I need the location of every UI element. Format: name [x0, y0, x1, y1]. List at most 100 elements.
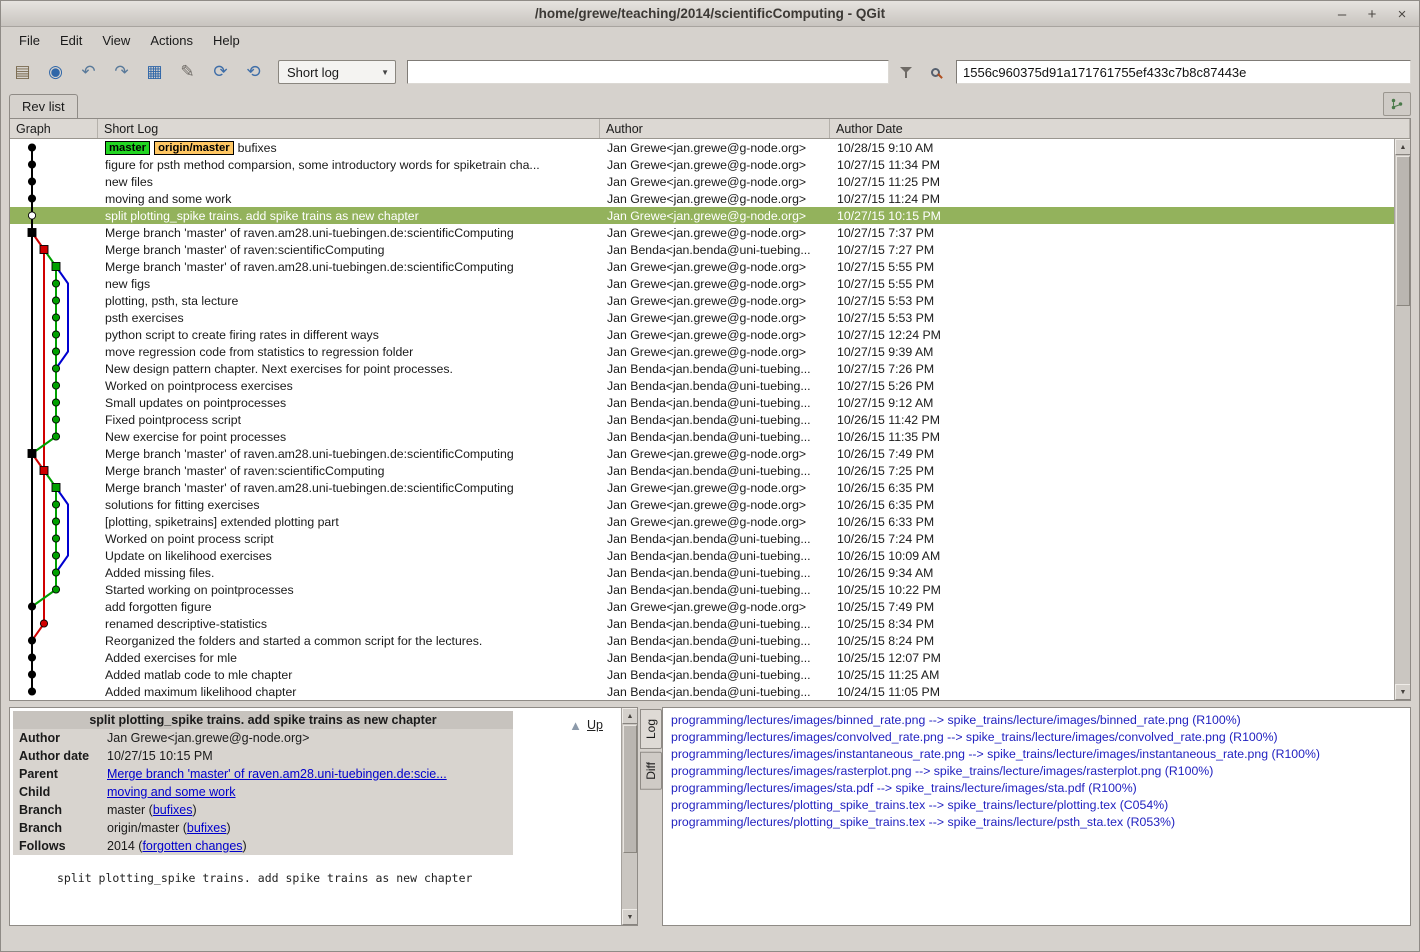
- commit-row[interactable]: new filesJan Grewe<jan.grewe@g-node.org>…: [10, 173, 1394, 190]
- commit-row[interactable]: Reorganized the folders and started a co…: [10, 632, 1394, 649]
- menu-item-edit[interactable]: Edit: [50, 29, 92, 52]
- commit-row[interactable]: Merge branch 'master' of raven.am28.uni-…: [10, 224, 1394, 241]
- commit-row[interactable]: moving and some workJan Grewe<jan.grewe@…: [10, 190, 1394, 207]
- detail-field: Branchmaster (bufixes): [13, 801, 513, 819]
- maximize-button[interactable]: +: [1365, 7, 1379, 22]
- commit-author: Jan Grewe<jan.grewe@g-node.org>: [600, 294, 830, 308]
- detail-link[interactable]: forgotten changes: [142, 839, 242, 853]
- commit-row[interactable]: split plotting_spike trains. add spike t…: [10, 207, 1394, 224]
- scroll-up-icon[interactable]: ▲: [1395, 139, 1410, 155]
- commit-row[interactable]: move regression code from statistics to …: [10, 343, 1394, 360]
- graph-toggle-icon[interactable]: [1383, 92, 1411, 116]
- detail-scroll-down-icon[interactable]: ▼: [622, 909, 638, 925]
- commit-subject: move regression code from statistics to …: [105, 345, 413, 359]
- commit-row[interactable]: Added exercises for mleJan Benda<jan.ben…: [10, 649, 1394, 666]
- detail-scroll-up-icon[interactable]: ▲: [622, 708, 638, 724]
- title-bar[interactable]: /home/grewe/teaching/2014/scientificComp…: [1, 1, 1419, 27]
- menu-item-view[interactable]: View: [92, 29, 140, 52]
- commit-row[interactable]: Merge branch 'master' of raven:scientifi…: [10, 241, 1394, 258]
- commit-row[interactable]: Added maximum likelihood chapterJan Bend…: [10, 683, 1394, 700]
- commit-row[interactable]: Started working on pointprocessesJan Ben…: [10, 581, 1394, 598]
- commit-row[interactable]: Worked on pointprocess exercisesJan Bend…: [10, 377, 1394, 394]
- detail-field-label: Author date: [19, 748, 107, 764]
- file-rename-entry[interactable]: programming/lectures/images/sta.pdf --> …: [671, 780, 1410, 797]
- commit-date: 10/25/15 10:22 PM: [830, 583, 1394, 597]
- menu-item-file[interactable]: File: [9, 29, 50, 52]
- commit-row[interactable]: psth exercisesJan Grewe<jan.grewe@g-node…: [10, 309, 1394, 326]
- commit-row[interactable]: new figsJan Grewe<jan.grewe@g-node.org>1…: [10, 275, 1394, 292]
- menu-item-help[interactable]: Help: [203, 29, 250, 52]
- commit-row[interactable]: New exercise for point processesJan Bend…: [10, 428, 1394, 445]
- open-icon[interactable]: ▤: [9, 59, 36, 86]
- commit-row[interactable]: Update on likelihood exercisesJan Benda<…: [10, 547, 1394, 564]
- close-button[interactable]: ×: [1395, 7, 1409, 22]
- home-icon[interactable]: ◉: [42, 59, 69, 86]
- side-tab-diff[interactable]: Diff: [640, 752, 662, 790]
- commit-date: 10/27/15 11:24 PM: [830, 192, 1394, 206]
- detail-link[interactable]: Merge branch 'master' of raven.am28.uni-…: [107, 767, 447, 781]
- commit-row[interactable]: Merge branch 'master' of raven:scientifi…: [10, 462, 1394, 479]
- commit-row[interactable]: New design pattern chapter. Next exercis…: [10, 360, 1394, 377]
- file-rename-entry[interactable]: programming/lectures/plotting_spike_trai…: [671, 797, 1410, 814]
- commit-subject: Added exercises for mle: [105, 651, 237, 665]
- commit-row[interactable]: figure for psth method comparsion, some …: [10, 156, 1394, 173]
- commit-row[interactable]: Merge branch 'master' of raven.am28.uni-…: [10, 258, 1394, 275]
- commit-row[interactable]: Fixed pointprocess scriptJan Benda<jan.b…: [10, 411, 1394, 428]
- file-rename-entry[interactable]: programming/lectures/images/binned_rate.…: [671, 712, 1410, 729]
- commit-date: 10/27/15 7:37 PM: [830, 226, 1394, 240]
- search-icon[interactable]: [923, 60, 947, 84]
- column-header-graph[interactable]: Graph: [10, 119, 98, 138]
- commit-row[interactable]: Added matlab code to mle chapterJan Bend…: [10, 666, 1394, 683]
- detail-scrollbar[interactable]: ▲ ▼: [621, 708, 637, 925]
- commit-row[interactable]: [plotting, spiketrains] extended plottin…: [10, 513, 1394, 530]
- view-mode-select[interactable]: Short log ▼: [278, 60, 396, 84]
- detail-link[interactable]: bufixes: [187, 821, 227, 835]
- scroll-thumb[interactable]: [1396, 156, 1410, 306]
- commit-subject-cell: Merge branch 'master' of raven.am28.uni-…: [98, 481, 600, 495]
- commit-row[interactable]: Merge branch 'master' of raven.am28.uni-…: [10, 479, 1394, 496]
- commit-author: Jan Benda<jan.benda@uni-tuebing...: [600, 634, 830, 648]
- commit-row[interactable]: add forgotten figureJan Grewe<jan.grewe@…: [10, 598, 1394, 615]
- minimize-button[interactable]: –: [1335, 7, 1349, 22]
- scroll-down-icon[interactable]: ▼: [1395, 684, 1410, 700]
- commit-row[interactable]: solutions for fitting exercisesJan Grewe…: [10, 496, 1394, 513]
- commit-row[interactable]: masterorigin/masterbufixesJan Grewe<jan.…: [10, 139, 1394, 156]
- detail-text: 10/27/15 10:15 PM: [107, 749, 213, 763]
- filter-icon[interactable]: [894, 60, 918, 84]
- file-rename-entry[interactable]: programming/lectures/images/convolved_ra…: [671, 729, 1410, 746]
- refresh-icon[interactable]: ⟳: [207, 59, 234, 86]
- detail-field-label: Parent: [19, 766, 107, 782]
- commit-row[interactable]: Added missing files.Jan Benda<jan.benda@…: [10, 564, 1394, 581]
- column-header-short-log[interactable]: Short Log: [98, 119, 600, 138]
- file-rename-entry[interactable]: programming/lectures/images/rasterplot.p…: [671, 763, 1410, 780]
- commit-row[interactable]: plotting, psth, sta lectureJan Grewe<jan…: [10, 292, 1394, 309]
- commit-row[interactable]: renamed descriptive-statisticsJan Benda<…: [10, 615, 1394, 632]
- back-icon[interactable]: ↶: [75, 59, 102, 86]
- sha-input[interactable]: [956, 60, 1411, 84]
- commit-date: 10/28/15 9:10 AM: [830, 141, 1394, 155]
- file-rename-entry[interactable]: programming/lectures/plotting_spike_trai…: [671, 814, 1410, 831]
- detail-link[interactable]: bufixes: [153, 803, 193, 817]
- tab-rev-list[interactable]: Rev list: [9, 94, 78, 118]
- tab-bar: Rev list: [1, 90, 1419, 118]
- detail-link[interactable]: moving and some work: [107, 785, 236, 799]
- commit-row[interactable]: Worked on point process scriptJan Benda<…: [10, 530, 1394, 547]
- up-link[interactable]: ▲ Up: [569, 718, 603, 732]
- commit-row[interactable]: Merge branch 'master' of raven.am28.uni-…: [10, 445, 1394, 462]
- reload-icon[interactable]: ⟲: [240, 59, 267, 86]
- edit-icon[interactable]: ✎: [174, 59, 201, 86]
- file-rename-entry[interactable]: programming/lectures/images/instantaneou…: [671, 746, 1410, 763]
- view-grid-icon[interactable]: ▦: [141, 59, 168, 86]
- filter-input[interactable]: [407, 60, 889, 84]
- menu-item-actions[interactable]: Actions: [140, 29, 203, 52]
- commit-row[interactable]: Small updates on pointprocessesJan Benda…: [10, 394, 1394, 411]
- commit-date: 10/26/15 11:35 PM: [830, 430, 1394, 444]
- table-scrollbar[interactable]: ▲ ▼: [1394, 139, 1410, 700]
- commit-row[interactable]: python script to create firing rates in …: [10, 326, 1394, 343]
- column-header-author-date[interactable]: Author Date: [830, 119, 1410, 138]
- detail-scroll-thumb[interactable]: [623, 725, 637, 853]
- column-header-author[interactable]: Author: [600, 119, 830, 138]
- side-tab-log[interactable]: Log: [640, 709, 662, 749]
- forward-icon[interactable]: ↷: [108, 59, 135, 86]
- commit-subject: Update on likelihood exercises: [105, 549, 272, 563]
